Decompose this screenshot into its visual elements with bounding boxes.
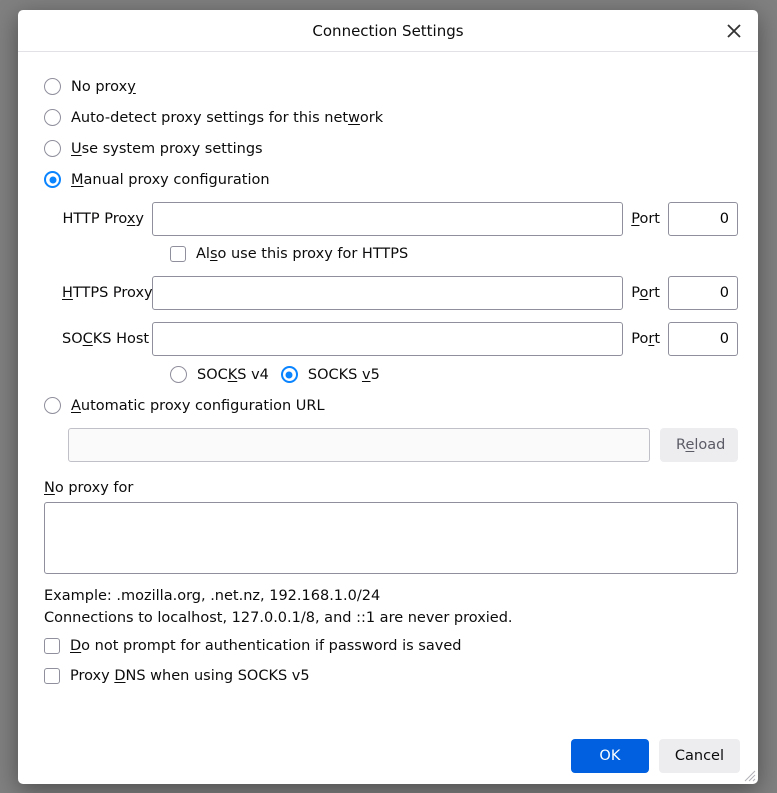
titlebar: Connection Settings <box>18 10 758 52</box>
dialog-backdrop: Connection Settings No proxy Auto-detect… <box>0 0 777 793</box>
cancel-button[interactable]: Cancel <box>659 739 740 773</box>
proxy-dns-label[interactable]: Proxy DNS when using SOCKS v5 <box>70 668 310 684</box>
close-button[interactable] <box>720 17 748 45</box>
auto-detect-label[interactable]: Auto-detect proxy settings for this netw… <box>71 110 383 126</box>
http-port-input[interactable] <box>668 202 738 236</box>
close-icon <box>727 24 741 38</box>
https-proxy-row: HTTPS Proxy Port <box>44 276 738 310</box>
http-port-label: Port <box>623 211 668 227</box>
proxy-dns-checkbox[interactable] <box>44 668 60 684</box>
https-port-label: Port <box>623 285 668 301</box>
manual-proxy-radio[interactable] <box>44 171 61 188</box>
system-proxy-radio[interactable] <box>44 140 61 157</box>
socks-row: SOCKS Host Port <box>44 322 738 356</box>
no-prompt-checkbox[interactable] <box>44 638 60 654</box>
https-proxy-label: HTTPS Proxy <box>62 285 152 301</box>
socks-port-label: Port <box>623 331 668 347</box>
no-proxy-for-textarea[interactable] <box>44 502 738 574</box>
dialog-title: Connection Settings <box>312 22 463 40</box>
auto-url-label[interactable]: Automatic proxy configuration URL <box>71 398 325 414</box>
manual-proxy-label[interactable]: Manual proxy configuration <box>71 172 270 188</box>
dialog-content[interactable]: No proxy Auto-detect proxy settings for … <box>18 52 758 728</box>
note-text: Connections to localhost, 127.0.0.1/8, a… <box>44 610 738 626</box>
auto-detect-radio[interactable] <box>44 109 61 126</box>
auto-url-radio[interactable] <box>44 397 61 414</box>
pac-row: Reload <box>44 428 738 462</box>
no-prompt-label[interactable]: Do not prompt for authentication if pass… <box>70 638 461 654</box>
https-proxy-input[interactable] <box>152 276 623 310</box>
http-proxy-row: HTTP Proxy Port <box>44 202 738 236</box>
dialog-footer: OK Cancel <box>18 728 758 784</box>
https-port-input[interactable] <box>668 276 738 310</box>
http-proxy-input[interactable] <box>152 202 623 236</box>
ok-button[interactable]: OK <box>571 739 649 773</box>
socks-v5-label[interactable]: SOCKS v5 <box>308 367 380 383</box>
also-https-checkbox[interactable] <box>170 246 186 262</box>
example-text: Example: .mozilla.org, .net.nz, 192.168.… <box>44 588 738 604</box>
no-proxy-label[interactable]: No proxy <box>71 79 136 95</box>
reload-button[interactable]: Reload <box>660 428 738 462</box>
socks-host-label: SOCKS Host <box>62 331 152 347</box>
socks-host-input[interactable] <box>152 322 623 356</box>
socks-port-input[interactable] <box>668 322 738 356</box>
socks-v5-radio[interactable] <box>281 366 298 383</box>
connection-settings-dialog: Connection Settings No proxy Auto-detect… <box>18 10 758 784</box>
pac-url-input[interactable] <box>68 428 650 462</box>
no-proxy-radio[interactable] <box>44 78 61 95</box>
socks-v4-label[interactable]: SOCKS v4 <box>197 367 269 383</box>
no-proxy-for-label: No proxy for <box>44 480 738 496</box>
system-proxy-label[interactable]: Use system proxy settings <box>71 141 263 157</box>
socks-v4-radio[interactable] <box>170 366 187 383</box>
also-https-label[interactable]: Also use this proxy for HTTPS <box>196 246 408 262</box>
http-proxy-label: HTTP Proxy <box>62 211 152 227</box>
